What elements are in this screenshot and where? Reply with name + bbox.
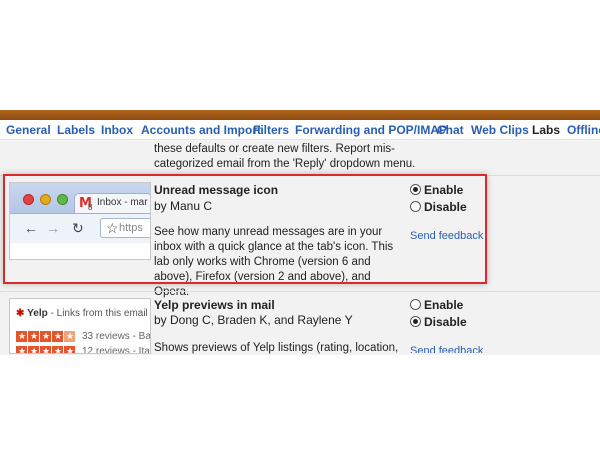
rating-stars-icon: ★ ★ ★ ★ ★: [16, 345, 76, 353]
enable-label: Enable: [424, 298, 464, 312]
rating-stars-icon: ★ ★ ★ ★ ★: [16, 331, 75, 342]
tab-filters[interactable]: Filters: [253, 123, 289, 137]
yelp-review-1: 33 reviews - Bake: [82, 331, 151, 342]
disable-radio-yelp[interactable]: Disable: [410, 315, 467, 329]
lab-title-yelp: Yelp previews in mail: [154, 298, 275, 312]
yelp-header-text: - Links from this email: [50, 308, 148, 319]
settings-tabs: General Labels Inbox Accounts and Import…: [0, 120, 600, 140]
lab-description-yelp: Shows previews of Yelp listings (rating,…: [154, 342, 399, 354]
row-divider: [0, 291, 600, 292]
radio-selected-icon: [410, 316, 421, 327]
tab-offline[interactable]: Offline: [567, 123, 600, 137]
lab-author-yelp: by Dong C, Braden K, and Raylene Y: [154, 313, 353, 327]
tab-labels[interactable]: Labels: [57, 123, 95, 137]
yelp-header: ✱ Yelp - Links from this email: [16, 308, 148, 319]
yelp-thumbnail: ✱ Yelp - Links from this email ★ ★ ★ ★ ★ 33 …: [9, 298, 151, 354]
tab-labs[interactable]: Labs: [532, 123, 560, 137]
intro-line-2: categorized email from the 'Reply' dropd…: [154, 158, 416, 170]
tab-accounts-and-import[interactable]: Accounts and Import: [141, 123, 261, 137]
yelp-review-2: 12 reviews - Italia: [82, 346, 150, 354]
tab-general[interactable]: General: [6, 123, 51, 137]
tab-chat[interactable]: Chat: [437, 123, 464, 137]
enable-radio-yelp[interactable]: Enable: [410, 298, 463, 312]
tab-web-clips[interactable]: Web Clips: [471, 123, 529, 137]
intro-text: these defaults or create new filters. Re…: [154, 142, 424, 172]
intro-line-1: these defaults or create new filters. Re…: [154, 143, 395, 155]
top-header-bar: [0, 110, 600, 120]
yelp-burst-icon: ✱: [16, 308, 25, 319]
tab-inbox[interactable]: Inbox: [101, 123, 133, 137]
bottom-blank-area: [0, 355, 600, 450]
send-feedback-link-yelp[interactable]: Send feedback: [410, 345, 483, 353]
tab-forwarding-pop-imap[interactable]: Forwarding and POP/IMAP: [295, 123, 447, 137]
highlight-box: [3, 174, 487, 284]
disable-label: Disable: [424, 315, 467, 329]
radio-unselected-icon: [410, 299, 421, 310]
yelp-brand: Yelp: [27, 308, 48, 319]
